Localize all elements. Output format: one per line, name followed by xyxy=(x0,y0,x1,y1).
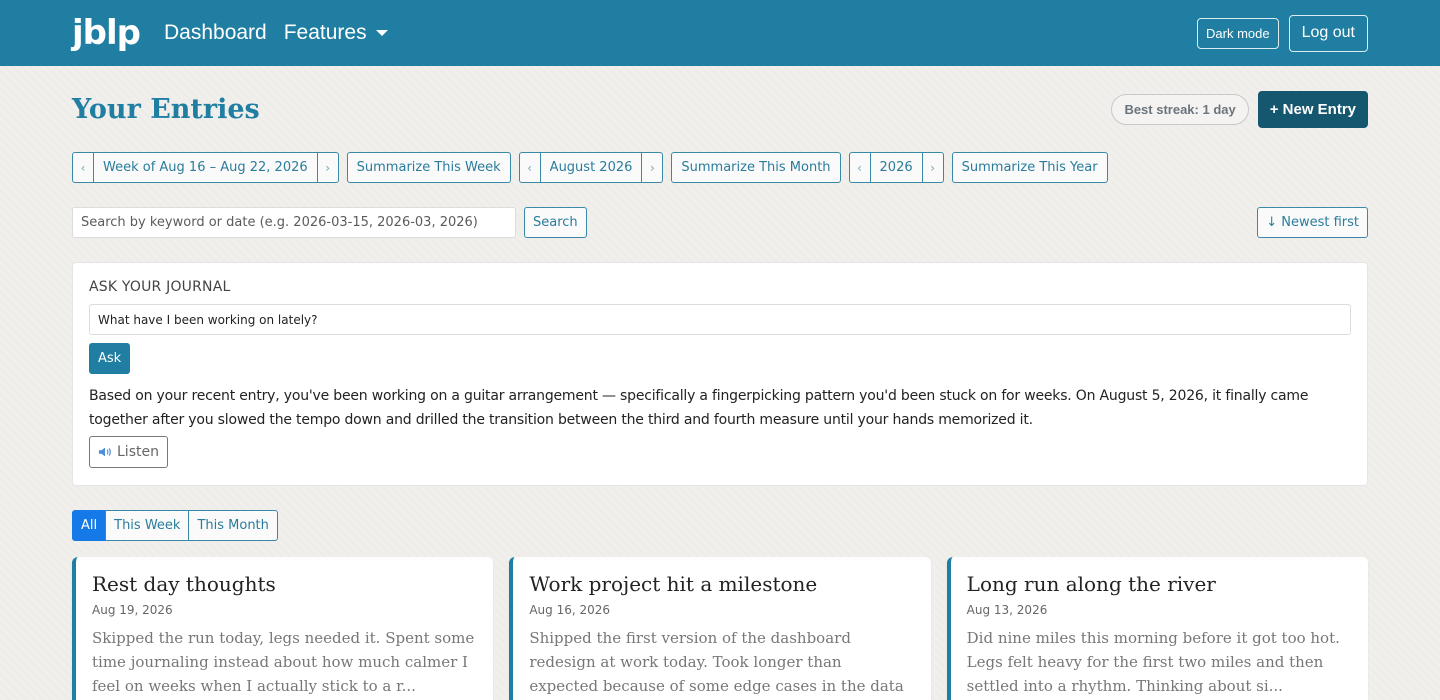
month-label[interactable]: August 2026 xyxy=(539,153,643,182)
filter-this-month[interactable]: This Month xyxy=(188,510,278,541)
summarize-month-button[interactable]: Summarize This Month xyxy=(671,152,841,183)
summarize-year-button[interactable]: Summarize This Year xyxy=(951,152,1108,183)
new-entry-button[interactable]: + New Entry xyxy=(1257,90,1368,128)
sort-order-button[interactable]: ↓ Newest first xyxy=(1257,207,1368,238)
entry-card[interactable]: Rest day thoughts Aug 19, 2026 Skipped t… xyxy=(72,557,494,700)
search-button[interactable]: Search xyxy=(524,207,587,238)
year-label[interactable]: 2026 xyxy=(869,153,923,182)
nav-dashboard-link[interactable]: Dashboard xyxy=(164,21,267,45)
listen-button[interactable]: Listen xyxy=(89,436,168,468)
week-selector: ‹ Week of Aug 16 – Aug 22, 2026 › xyxy=(72,152,339,183)
month-selector: ‹ August 2026 › xyxy=(518,152,664,183)
caret-down-icon xyxy=(375,30,388,36)
ask-journal-title: ASK YOUR JOURNAL xyxy=(89,279,231,295)
filter-all[interactable]: All xyxy=(72,510,107,541)
nav-features-dropdown[interactable]: Features xyxy=(284,21,388,45)
next-week-button[interactable]: › xyxy=(318,153,338,182)
app-logo[interactable]: jblp xyxy=(72,16,141,50)
prev-week-button[interactable]: ‹ xyxy=(73,153,93,182)
nav-features-label: Features xyxy=(283,21,367,44)
prev-year-button[interactable]: ‹ xyxy=(850,153,870,182)
entry-excerpt: Shipped the first version of the dashboa… xyxy=(529,629,904,695)
prev-month-button[interactable]: ‹ xyxy=(520,153,540,182)
period-navigation: ‹ Week of Aug 16 – Aug 22, 2026 › Summar… xyxy=(72,152,1368,183)
header-actions: Best streak: 1 day + New Entry xyxy=(1111,90,1368,128)
entry-title: Rest day thoughts xyxy=(92,572,276,596)
entry-filter-group: All This Week This Month xyxy=(72,510,1368,541)
next-year-button[interactable]: › xyxy=(923,153,943,182)
next-month-button[interactable]: › xyxy=(642,153,662,182)
entry-card[interactable]: Long run along the river Aug 13, 2026 Di… xyxy=(946,557,1368,700)
entry-card[interactable]: Work project hit a milestone Aug 16, 202… xyxy=(509,557,931,700)
ask-button[interactable]: Ask xyxy=(89,343,131,374)
dark-mode-button[interactable]: Dark mode xyxy=(1197,17,1279,49)
entry-title: Work project hit a milestone xyxy=(529,572,818,596)
week-label[interactable]: Week of Aug 16 – Aug 22, 2026 xyxy=(93,153,318,182)
listen-label: Listen xyxy=(117,444,159,460)
ask-journal-card: ASK YOUR JOURNAL Ask Based on your recen… xyxy=(72,262,1368,486)
filter-this-week[interactable]: This Week xyxy=(105,510,190,541)
entry-excerpt: Skipped the run today, legs needed it. S… xyxy=(92,629,475,695)
speaker-icon xyxy=(98,447,111,457)
entry-excerpt: Did nine miles this morning before it go… xyxy=(966,629,1340,695)
page-title: Your Entries xyxy=(72,93,260,125)
main-content: Your Entries Best streak: 1 day + New En… xyxy=(0,90,1440,700)
streak-badge: Best streak: 1 day xyxy=(1111,93,1249,125)
nav-right-actions: Dark mode Log out xyxy=(1197,14,1368,52)
entry-date: Aug 19, 2026 xyxy=(92,603,173,617)
entry-date: Aug 13, 2026 xyxy=(966,603,1048,617)
year-selector: ‹ 2026 › xyxy=(848,152,944,183)
entry-title: Long run along the river xyxy=(966,572,1216,596)
top-navbar: jblp Dashboard Features Dark mode Log ou… xyxy=(0,0,1440,66)
ask-question-input[interactable] xyxy=(89,304,1351,335)
entry-cards: Rest day thoughts Aug 19, 2026 Skipped t… xyxy=(72,557,1368,700)
search-row: Search ↓ Newest first xyxy=(72,207,1368,238)
page-header: Your Entries Best streak: 1 day + New En… xyxy=(72,90,1368,128)
summarize-week-button[interactable]: Summarize This Week xyxy=(346,152,511,183)
entry-date: Aug 16, 2026 xyxy=(529,603,611,617)
logout-button[interactable]: Log out xyxy=(1288,14,1368,52)
search-input[interactable] xyxy=(72,207,516,238)
ask-answer-text: Based on your recent entry, you've been … xyxy=(89,388,1309,428)
